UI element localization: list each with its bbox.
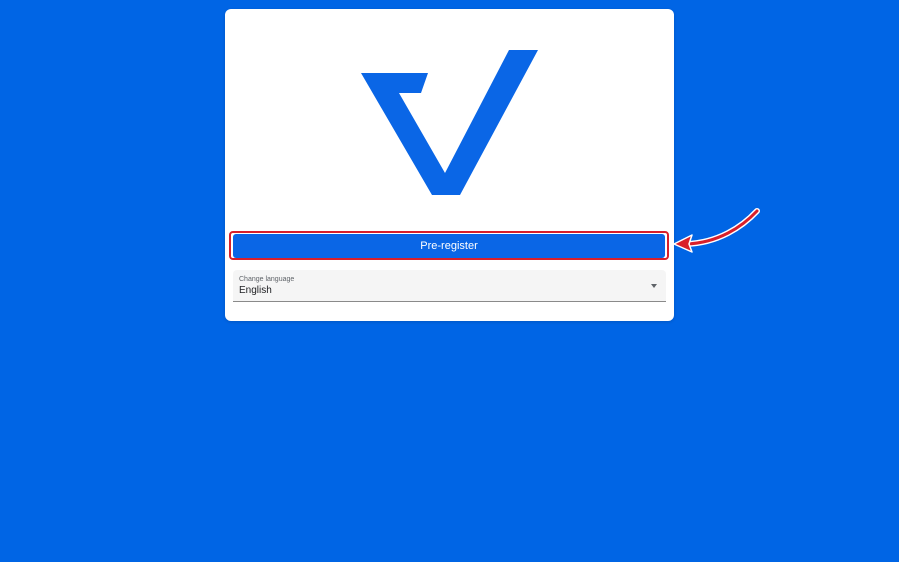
language-select-value: English — [239, 285, 272, 296]
red-arrow-icon — [673, 208, 760, 253]
language-select-label: Change language — [239, 276, 295, 283]
pre-register-button[interactable]: Pre-register — [233, 234, 665, 258]
language-select[interactable]: Change language English — [233, 270, 666, 302]
chevron-down-icon — [651, 284, 657, 288]
checkmark-v-logo-icon — [361, 50, 538, 195]
registration-card: Pre-register Change language English — [225, 9, 674, 321]
